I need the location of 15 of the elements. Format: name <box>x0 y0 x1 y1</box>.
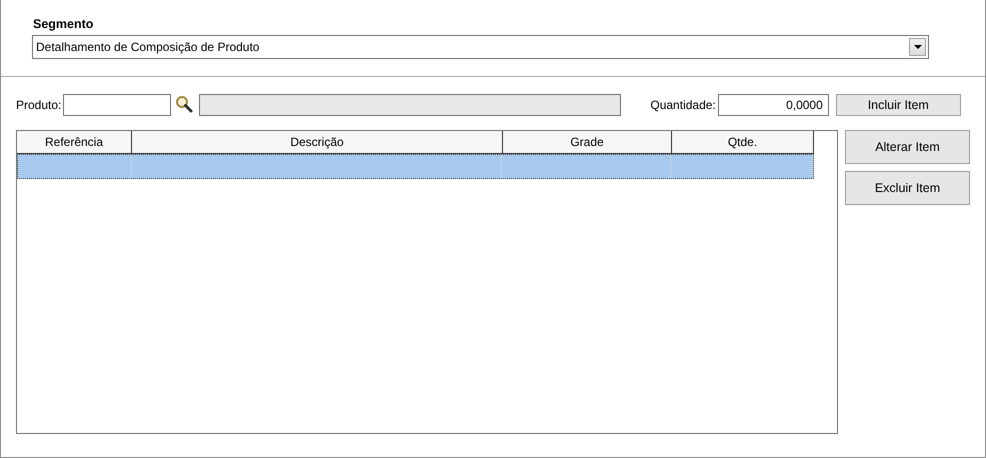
edit-item-button[interactable]: Alterar Item <box>845 130 970 164</box>
delete-item-button[interactable]: Excluir Item <box>845 171 970 205</box>
column-header[interactable]: Qtde. <box>672 131 814 153</box>
quantity-label: Quantidade: <box>650 98 716 112</box>
column-header[interactable]: Grade <box>503 131 672 153</box>
include-item-button[interactable]: Incluir Item <box>836 94 961 116</box>
search-icon[interactable] <box>175 95 194 113</box>
segment-dropdown[interactable]: Detalhamento de Composição de Produto <box>32 35 929 59</box>
column-header[interactable]: Referência <box>17 131 132 153</box>
quantity-field[interactable]: 0,0000 <box>718 94 829 116</box>
segment-label: Segmento <box>33 16 94 33</box>
product-code-field[interactable] <box>63 94 172 116</box>
column-header[interactable]: Descrição <box>132 131 503 153</box>
table-row[interactable] <box>17 154 814 179</box>
product-label: Produto: <box>16 98 62 112</box>
